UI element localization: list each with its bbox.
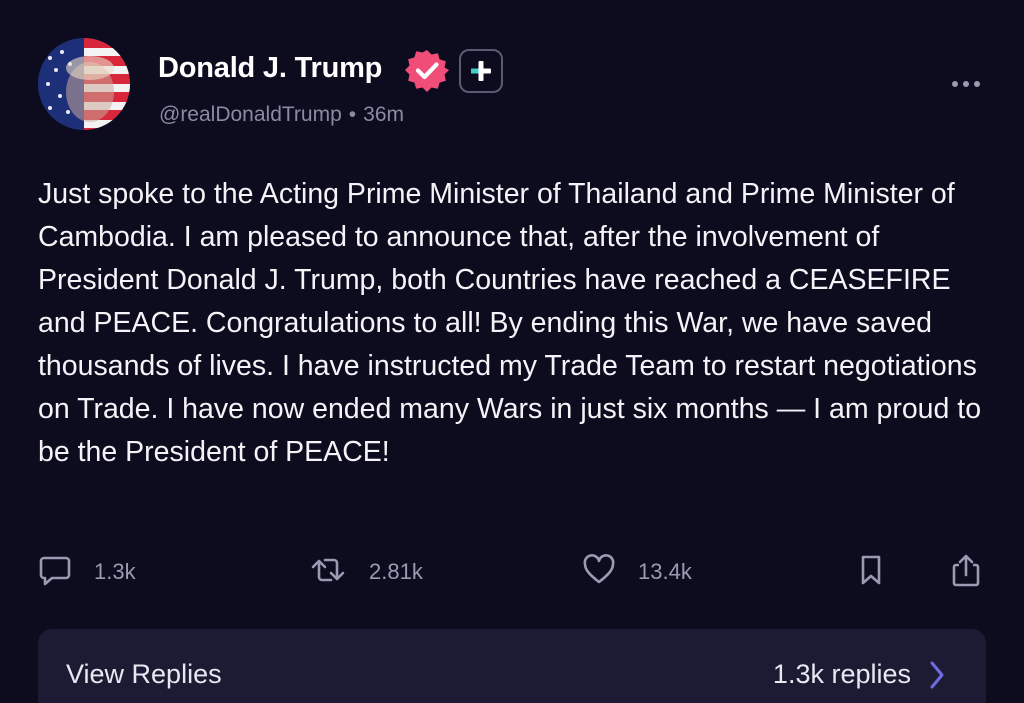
repost-button[interactable]: 2.81k	[309, 552, 423, 592]
plus-icon[interactable]	[459, 49, 503, 93]
ellipsis-icon	[952, 81, 980, 87]
meta-separator: •	[348, 103, 357, 126]
post-timestamp: 36m	[363, 103, 404, 126]
reply-button[interactable]: 1.3k	[38, 552, 136, 592]
reply-count: 1.3k	[94, 559, 136, 584]
view-replies-button[interactable]: View Replies 1.3k replies	[38, 629, 986, 703]
like-button[interactable]: 13.4k	[582, 552, 692, 592]
verified-badge-icon	[405, 48, 449, 92]
repost-arrows-icon	[309, 553, 347, 592]
avatar[interactable]	[38, 38, 130, 130]
bookmark-icon	[856, 553, 886, 592]
speech-bubble-icon	[38, 553, 72, 592]
bookmark-button[interactable]	[856, 552, 886, 592]
author-name[interactable]: Donald J. Trump	[158, 52, 382, 85]
more-options-button[interactable]	[946, 72, 986, 96]
chevron-right-icon	[928, 659, 946, 696]
heart-icon	[582, 553, 616, 592]
author-handle[interactable]: @realDonaldTrump	[159, 103, 342, 126]
post-view: Donald J. Trump @realDonaldTrump • 36m Jus…	[0, 0, 1024, 703]
replies-count: 1.3k replies	[772, 659, 911, 689]
share-upload-icon	[948, 552, 984, 593]
author-meta: @realDonaldTrump • 36m	[159, 103, 404, 127]
post-text: Just spoke to the Acting Prime Minister …	[38, 178, 982, 468]
view-replies-label: View Replies	[66, 659, 222, 689]
like-count: 13.4k	[638, 559, 692, 584]
flag-portrait-image	[38, 38, 130, 130]
repost-count: 2.81k	[369, 559, 423, 584]
share-button[interactable]	[948, 552, 984, 592]
